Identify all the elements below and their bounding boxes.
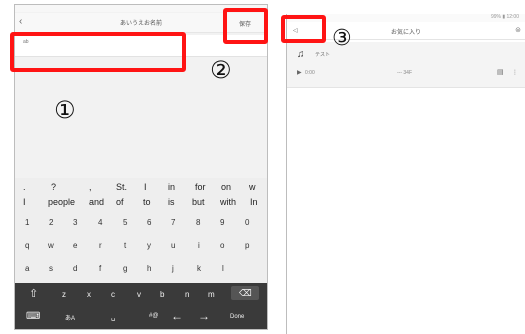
suggestion[interactable]: on [221, 182, 231, 192]
annotation-number-1: ① [54, 96, 76, 124]
suggestion[interactable]: I [23, 197, 26, 207]
key-y[interactable]: y [147, 241, 151, 250]
key-9[interactable]: 9 [220, 218, 224, 227]
key-u[interactable]: u [171, 241, 175, 250]
key-2[interactable]: 2 [49, 218, 53, 227]
suggestion[interactable]: . [23, 182, 26, 192]
music-note-icon: ♫ [297, 49, 305, 60]
key-5[interactable]: 5 [123, 218, 127, 227]
suggestion[interactable]: , [89, 182, 92, 192]
key-l[interactable]: l [222, 264, 224, 273]
key-4[interactable]: 4 [98, 218, 102, 227]
suggestion[interactable]: w [249, 182, 256, 192]
backspace-key[interactable]: ⌫ [231, 286, 259, 300]
key-t[interactable]: t [124, 241, 126, 250]
key-8[interactable]: 8 [196, 218, 200, 227]
key-6[interactable]: 6 [147, 218, 151, 227]
play-icon[interactable]: ▶ [297, 69, 302, 76]
annotation-number-2: ② [210, 56, 232, 84]
shift-icon[interactable]: ⇧ [29, 287, 38, 300]
suggestion[interactable]: people [48, 197, 75, 207]
key-v[interactable]: v [137, 290, 141, 299]
suggestion[interactable]: of [116, 197, 124, 207]
key-h[interactable]: h [147, 264, 151, 273]
menu-icon[interactable]: ⊜ [515, 26, 521, 34]
highlight-box-back [281, 15, 326, 43]
key-b[interactable]: b [160, 290, 164, 299]
symbol-key[interactable]: #@ [149, 313, 158, 319]
annotation-number-3: ③ [332, 26, 352, 51]
key-s[interactable]: s [49, 264, 53, 273]
suggestion[interactable]: ? [51, 182, 56, 192]
key-7[interactable]: 7 [171, 218, 175, 227]
key-d[interactable]: d [73, 264, 77, 273]
key-n[interactable]: n [185, 290, 189, 299]
keyboard-settings-icon[interactable]: ⌨ [26, 311, 40, 322]
suggestion[interactable]: St. [116, 182, 127, 192]
keyboard-dark-rows: ⇧ z x c v b n m ⌫ ⌨ あA ␣ #@ ← → Done [15, 283, 267, 329]
key-j[interactable]: j [172, 264, 174, 273]
space-key-icon[interactable]: ␣ [111, 313, 115, 321]
key-e[interactable]: e [73, 241, 77, 250]
song-time: 0:00 [305, 70, 315, 76]
key-i[interactable]: i [198, 241, 200, 250]
key-p[interactable]: p [245, 241, 249, 250]
key-a[interactable]: a [25, 264, 29, 273]
suggestion[interactable]: with [220, 197, 236, 207]
list-item[interactable]: ♫ テスト ▶ 0:00 --- 34F ▤ ⋮ [287, 42, 525, 88]
backspace-icon: ⌫ [239, 288, 252, 298]
suggestion[interactable]: to [143, 197, 151, 207]
key-c[interactable]: c [111, 290, 115, 299]
key-q[interactable]: q [25, 241, 29, 250]
key-f[interactable]: f [99, 264, 101, 273]
key-w[interactable]: w [48, 241, 54, 250]
suggestion[interactable]: is [168, 197, 175, 207]
key-3[interactable]: 3 [73, 218, 77, 227]
suggestion[interactable]: in [168, 182, 175, 192]
key-0[interactable]: 0 [245, 218, 249, 227]
arrow-left-icon[interactable]: ← [171, 309, 183, 323]
key-m[interactable]: m [208, 290, 215, 299]
suggestion[interactable]: but [192, 197, 205, 207]
key-k[interactable]: k [197, 264, 201, 273]
language-key[interactable]: あA [65, 313, 75, 322]
key-z[interactable]: z [62, 290, 66, 299]
file-icon[interactable]: ▤ [497, 68, 504, 76]
key-1[interactable]: 1 [25, 218, 29, 227]
highlight-box-input [10, 32, 186, 72]
right-phone-screen: 99% ▮ 12:00 ◁ お気に入り ⊜ ♫ テスト ▶ 0:00 --- 3… [286, 14, 525, 334]
key-o[interactable]: o [220, 241, 224, 250]
key-g[interactable]: g [123, 264, 127, 273]
song-name: テスト [315, 52, 331, 58]
suggestion[interactable]: and [89, 197, 104, 207]
suggestion[interactable]: I [144, 182, 147, 192]
suggestion[interactable]: for [195, 182, 206, 192]
key-x[interactable]: x [87, 290, 91, 299]
highlight-box-save [223, 8, 268, 44]
done-button[interactable]: Done [230, 314, 244, 320]
suggestion[interactable]: In [250, 197, 258, 207]
arrow-right-icon[interactable]: → [198, 309, 210, 323]
song-info: --- 34F [397, 70, 412, 76]
key-r[interactable]: r [99, 241, 102, 250]
more-options-icon[interactable]: ⋮ [512, 69, 518, 76]
keyboard: . ? , St. I in for on w I people and of … [15, 178, 267, 329]
